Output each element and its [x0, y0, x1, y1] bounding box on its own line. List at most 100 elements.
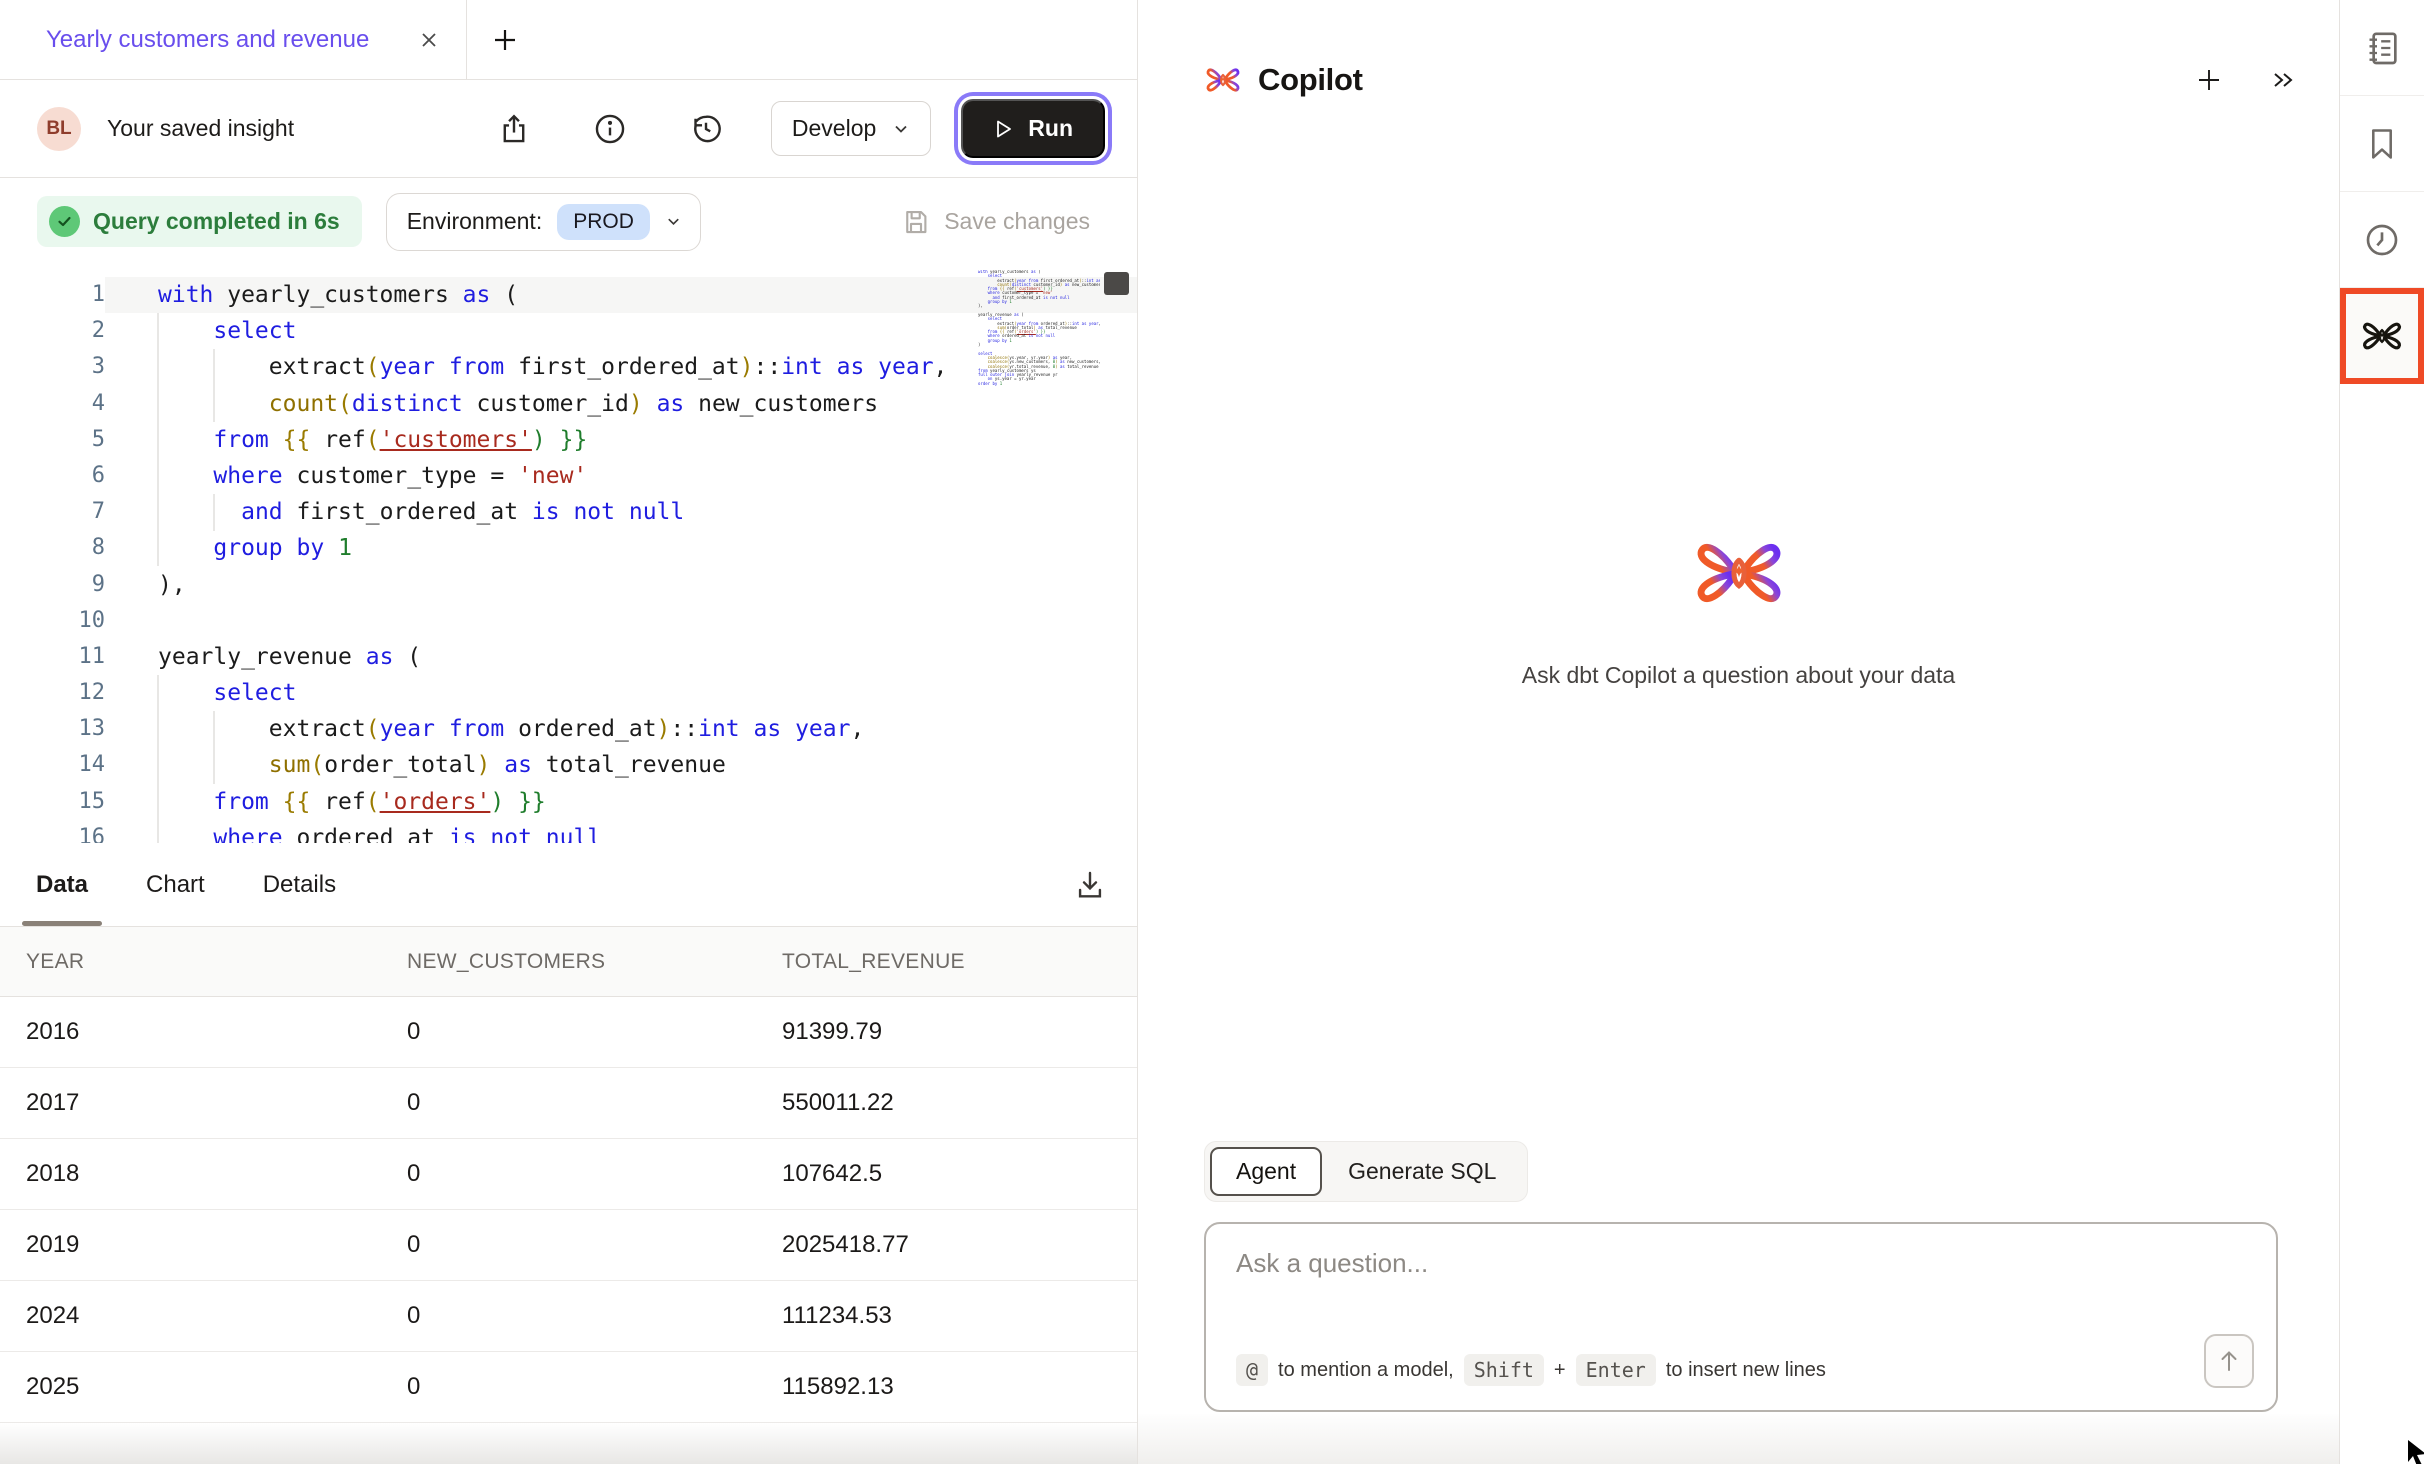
sql-editor[interactable]: 1with yearly_customers as (2 select3 ext…	[0, 265, 1137, 843]
code-line[interactable]: 7 and first_ordered_at is not null	[0, 494, 1137, 530]
line-number: 13	[0, 711, 105, 747]
develop-dropdown[interactable]: Develop	[771, 101, 931, 156]
table-bottom-fade	[0, 1423, 1137, 1464]
copilot-question-input[interactable]: Ask a question... @ to mention a model, …	[1204, 1222, 2278, 1412]
tab-details[interactable]: Details	[249, 843, 350, 926]
environment-selector[interactable]: Environment: PROD	[386, 193, 701, 251]
environment-value-badge: PROD	[557, 204, 650, 240]
copilot-header-actions	[2195, 66, 2297, 94]
table-row[interactable]: 201902025418.77	[0, 1210, 1137, 1281]
code-line[interactable]: 10	[0, 603, 1137, 639]
code-line[interactable]: 3 extract(year from first_ordered_at)::i…	[0, 349, 1137, 385]
download-results-button[interactable]	[1073, 868, 1107, 902]
input-hint: @ to mention a model, Shift + Enter to i…	[1236, 1354, 1826, 1386]
code-line[interactable]: 11yearly_revenue as (	[0, 639, 1137, 675]
table-cell: 2017	[26, 1089, 407, 1117]
save-changes-label: Save changes	[944, 208, 1090, 235]
sidebar-item-history[interactable]	[2340, 192, 2424, 288]
code-text	[105, 603, 1137, 639]
play-icon	[993, 118, 1014, 140]
code-line[interactable]: 4 count(distinct customer_id) as new_cus…	[0, 386, 1137, 422]
column-header-year: YEAR	[26, 950, 407, 974]
mode-generate-sql-button[interactable]: Generate SQL	[1322, 1149, 1522, 1194]
code-line[interactable]: 5 from {{ ref('customers') }}	[0, 422, 1137, 458]
run-button[interactable]: Run	[961, 99, 1105, 158]
new-tab-button[interactable]	[467, 0, 543, 79]
code-text: select	[105, 675, 1137, 711]
query-status-text: Query completed in 6s	[93, 208, 340, 235]
tab-chart[interactable]: Chart	[132, 843, 219, 926]
status-row: Query completed in 6s Environment: PROD …	[0, 178, 1137, 265]
table-cell: 111234.53	[782, 1302, 1137, 1330]
column-header-total-revenue: TOTAL_REVENUE	[782, 950, 1137, 974]
line-number: 8	[0, 530, 105, 566]
download-icon	[1073, 868, 1107, 902]
save-changes-button[interactable]: Save changes	[901, 207, 1090, 237]
share-button[interactable]	[497, 112, 531, 146]
sidebar-item-notebook[interactable]	[2340, 0, 2424, 96]
mode-agent-button[interactable]: Agent	[1210, 1147, 1322, 1196]
tab-yearly-customers-and-revenue[interactable]: Yearly customers and revenue	[0, 0, 467, 79]
hint-mention-text: to mention a model,	[1278, 1359, 1454, 1382]
line-number: 4	[0, 386, 105, 422]
line-number: 2	[0, 313, 105, 349]
code-line[interactable]: 9),	[0, 567, 1137, 603]
table-row[interactable]: 20240111234.53	[0, 1281, 1137, 1352]
minimap-line: with yearly_customers as (	[978, 270, 1100, 274]
table-cell: 115892.13	[782, 1373, 1137, 1401]
copilot-footer-fade	[1138, 1414, 2339, 1464]
code-line[interactable]: 2 select	[0, 313, 1137, 349]
table-cell: 0	[407, 1373, 782, 1401]
history-button[interactable]	[689, 112, 723, 146]
share-icon	[497, 112, 531, 146]
copilot-mode-toggle: Agent Generate SQL	[1204, 1141, 1528, 1202]
table-cell: 0	[407, 1231, 782, 1259]
plus-icon	[491, 26, 519, 54]
editor-scrollbar-thumb[interactable]	[1104, 272, 1129, 295]
document-actions	[497, 112, 723, 146]
sidebar-item-copilot[interactable]	[2340, 288, 2424, 384]
hint-plus: +	[1554, 1359, 1566, 1382]
table-row[interactable]: 20180107642.5	[0, 1139, 1137, 1210]
table-row[interactable]: 2016091399.79	[0, 997, 1137, 1068]
line-number: 11	[0, 639, 105, 675]
table-row[interactable]: 20250115892.13	[0, 1352, 1137, 1423]
results-table-body: 2016091399.7920170550011.2220180107642.5…	[0, 997, 1137, 1423]
line-number: 5	[0, 422, 105, 458]
line-number: 14	[0, 747, 105, 783]
new-conversation-button[interactable]	[2195, 66, 2223, 94]
save-icon	[901, 207, 931, 237]
avatar[interactable]: BL	[37, 107, 81, 151]
run-label: Run	[1028, 115, 1073, 142]
code-line[interactable]: 1with yearly_customers as (	[0, 277, 1137, 313]
shift-key-badge: Shift	[1464, 1354, 1544, 1386]
code-line[interactable]: 6 where customer_type = 'new'	[0, 458, 1137, 494]
code-line[interactable]: 15 from {{ ref('orders') }}	[0, 784, 1137, 820]
tab-bar: Yearly customers and revenue	[0, 0, 1137, 80]
code-line[interactable]: 16 where ordered_at is not null	[0, 820, 1137, 843]
tab-data[interactable]: Data	[22, 843, 102, 926]
results-table-header: YEAR NEW_CUSTOMERS TOTAL_REVENUE	[0, 927, 1137, 997]
line-number: 15	[0, 784, 105, 820]
table-cell: 91399.79	[782, 1018, 1137, 1046]
info-icon	[593, 112, 627, 146]
table-cell: 2025418.77	[782, 1231, 1137, 1259]
sidebar-item-saved[interactable]	[2340, 96, 2424, 192]
collapse-panel-button[interactable]	[2269, 66, 2297, 94]
code-line[interactable]: 12 select	[0, 675, 1137, 711]
table-row[interactable]: 20170550011.22	[0, 1068, 1137, 1139]
info-button[interactable]	[593, 112, 627, 146]
code-text: extract(year from first_ordered_at)::int…	[105, 349, 1137, 385]
input-placeholder: Ask a question...	[1236, 1248, 1428, 1279]
chevron-down-icon	[665, 213, 682, 230]
copilot-empty-text: Ask dbt Copilot a question about your da…	[1138, 662, 2339, 689]
send-question-button[interactable]	[2204, 1334, 2254, 1388]
close-tab-icon[interactable]	[416, 27, 442, 53]
code-line[interactable]: 14 sum(order_total) as total_revenue	[0, 747, 1137, 783]
table-cell: 0	[407, 1302, 782, 1330]
table-cell: 2025	[26, 1373, 407, 1401]
table-cell: 107642.5	[782, 1160, 1137, 1188]
code-line[interactable]: 8 group by 1	[0, 530, 1137, 566]
code-line[interactable]: 13 extract(year from ordered_at)::int as…	[0, 711, 1137, 747]
line-number: 16	[0, 820, 105, 843]
